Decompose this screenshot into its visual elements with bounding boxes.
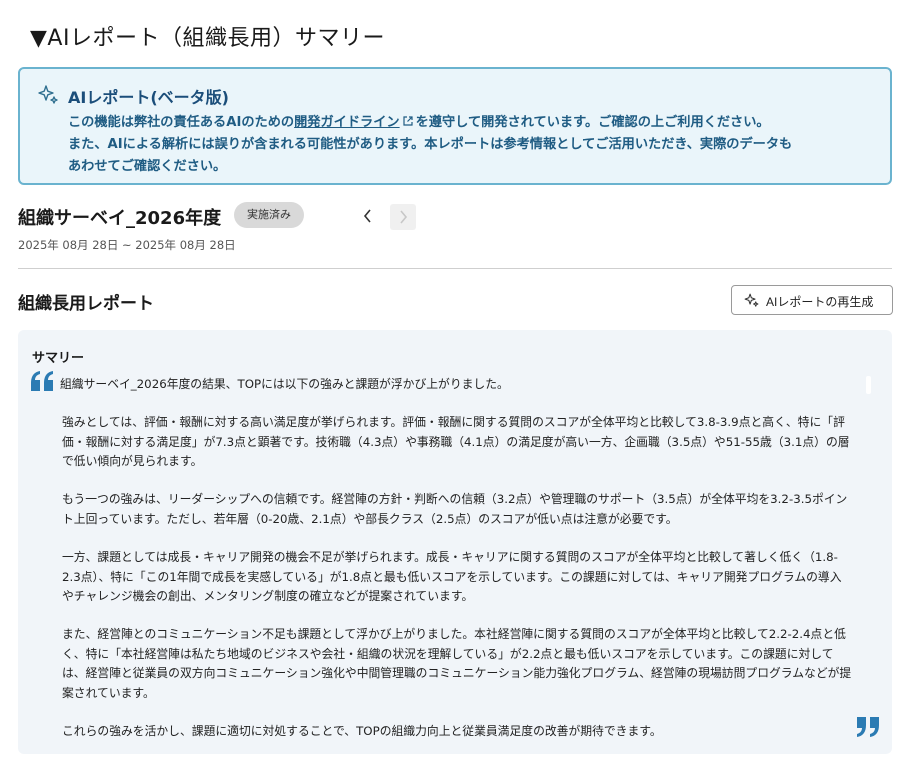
summary-paragraph: これらの強みを活かし、課題に適切に対処することで、TOPの組織力向上と従業員満足… bbox=[62, 724, 662, 738]
sparkle-icon bbox=[743, 292, 760, 309]
sparkle-icon bbox=[36, 83, 60, 107]
summary-paragraph: 強みとしては、評価・報酬に対する高い満足度が挙げられます。評価・報酬に関する質問… bbox=[62, 415, 850, 468]
summary-paragraph: 一方、課題としては成長・キャリア開発の機会不足が挙げられます。成長・キャリアに関… bbox=[62, 550, 842, 603]
quote-open-icon bbox=[30, 370, 56, 392]
summary-paragraph: もう一つの強みは、リーダーシップへの信頼です。経営陣の方針・判断への信頼（3.2… bbox=[62, 492, 848, 526]
external-link-icon[interactable] bbox=[402, 113, 414, 126]
report-title: 組織長用レポート bbox=[18, 294, 154, 314]
notice-text: あわせてご確認ください。 bbox=[68, 159, 227, 174]
dev-guideline-link[interactable]: 開発ガイドライン bbox=[294, 115, 400, 130]
scrollbar[interactable] bbox=[866, 376, 871, 394]
section-title: ▼AIレポート（組織長用）サマリー bbox=[30, 26, 385, 51]
notice-text: を遵守して開発されています。ご確認の上ご利用ください。 bbox=[415, 115, 770, 130]
summary-panel: サマリー 組織サーベイ_2026年度の結果、TOPには以下の強みと課題が浮かび上… bbox=[18, 330, 892, 754]
regenerate-report-button[interactable]: AIレポートの再生成 bbox=[731, 285, 893, 315]
status-badge: 実施済み bbox=[234, 202, 304, 228]
notice-body: この機能は弊社の責任あるAIのための開発ガイドライン を遵守して開発されています。… bbox=[68, 112, 888, 178]
regenerate-label: AIレポートの再生成 bbox=[766, 295, 874, 309]
notice-text: この機能は弊社の責任あるAIのための bbox=[68, 115, 295, 130]
summary-lead: 組織サーベイ_2026年度の結果、TOPには以下の強みと課題が浮かび上がりました… bbox=[60, 377, 509, 391]
chevron-right-icon[interactable] bbox=[390, 204, 416, 230]
divider bbox=[18, 268, 892, 269]
ai-beta-notice: AIレポート(ベータ版) この機能は弊社の責任あるAIのための開発ガイドラインを… bbox=[18, 67, 892, 185]
notice-text: また、AIによる解析には誤りが含まれる可能性があります。本レポートは参考情報とし… bbox=[68, 137, 793, 152]
survey-date-range: 2025年 08月 28日 ~ 2025年 08月 28日 bbox=[18, 238, 236, 252]
summary-paragraph: また、経営陣とのコミュニケーション不足も課題として浮かび上がりました。本社経営陣… bbox=[62, 627, 852, 700]
summary-title: サマリー bbox=[32, 351, 85, 366]
survey-name: 組織サーベイ_2026年度 bbox=[18, 208, 222, 229]
quote-close-icon bbox=[854, 716, 880, 738]
chevron-left-icon[interactable] bbox=[356, 204, 380, 228]
notice-title: AIレポート(ベータ版) bbox=[68, 88, 229, 107]
